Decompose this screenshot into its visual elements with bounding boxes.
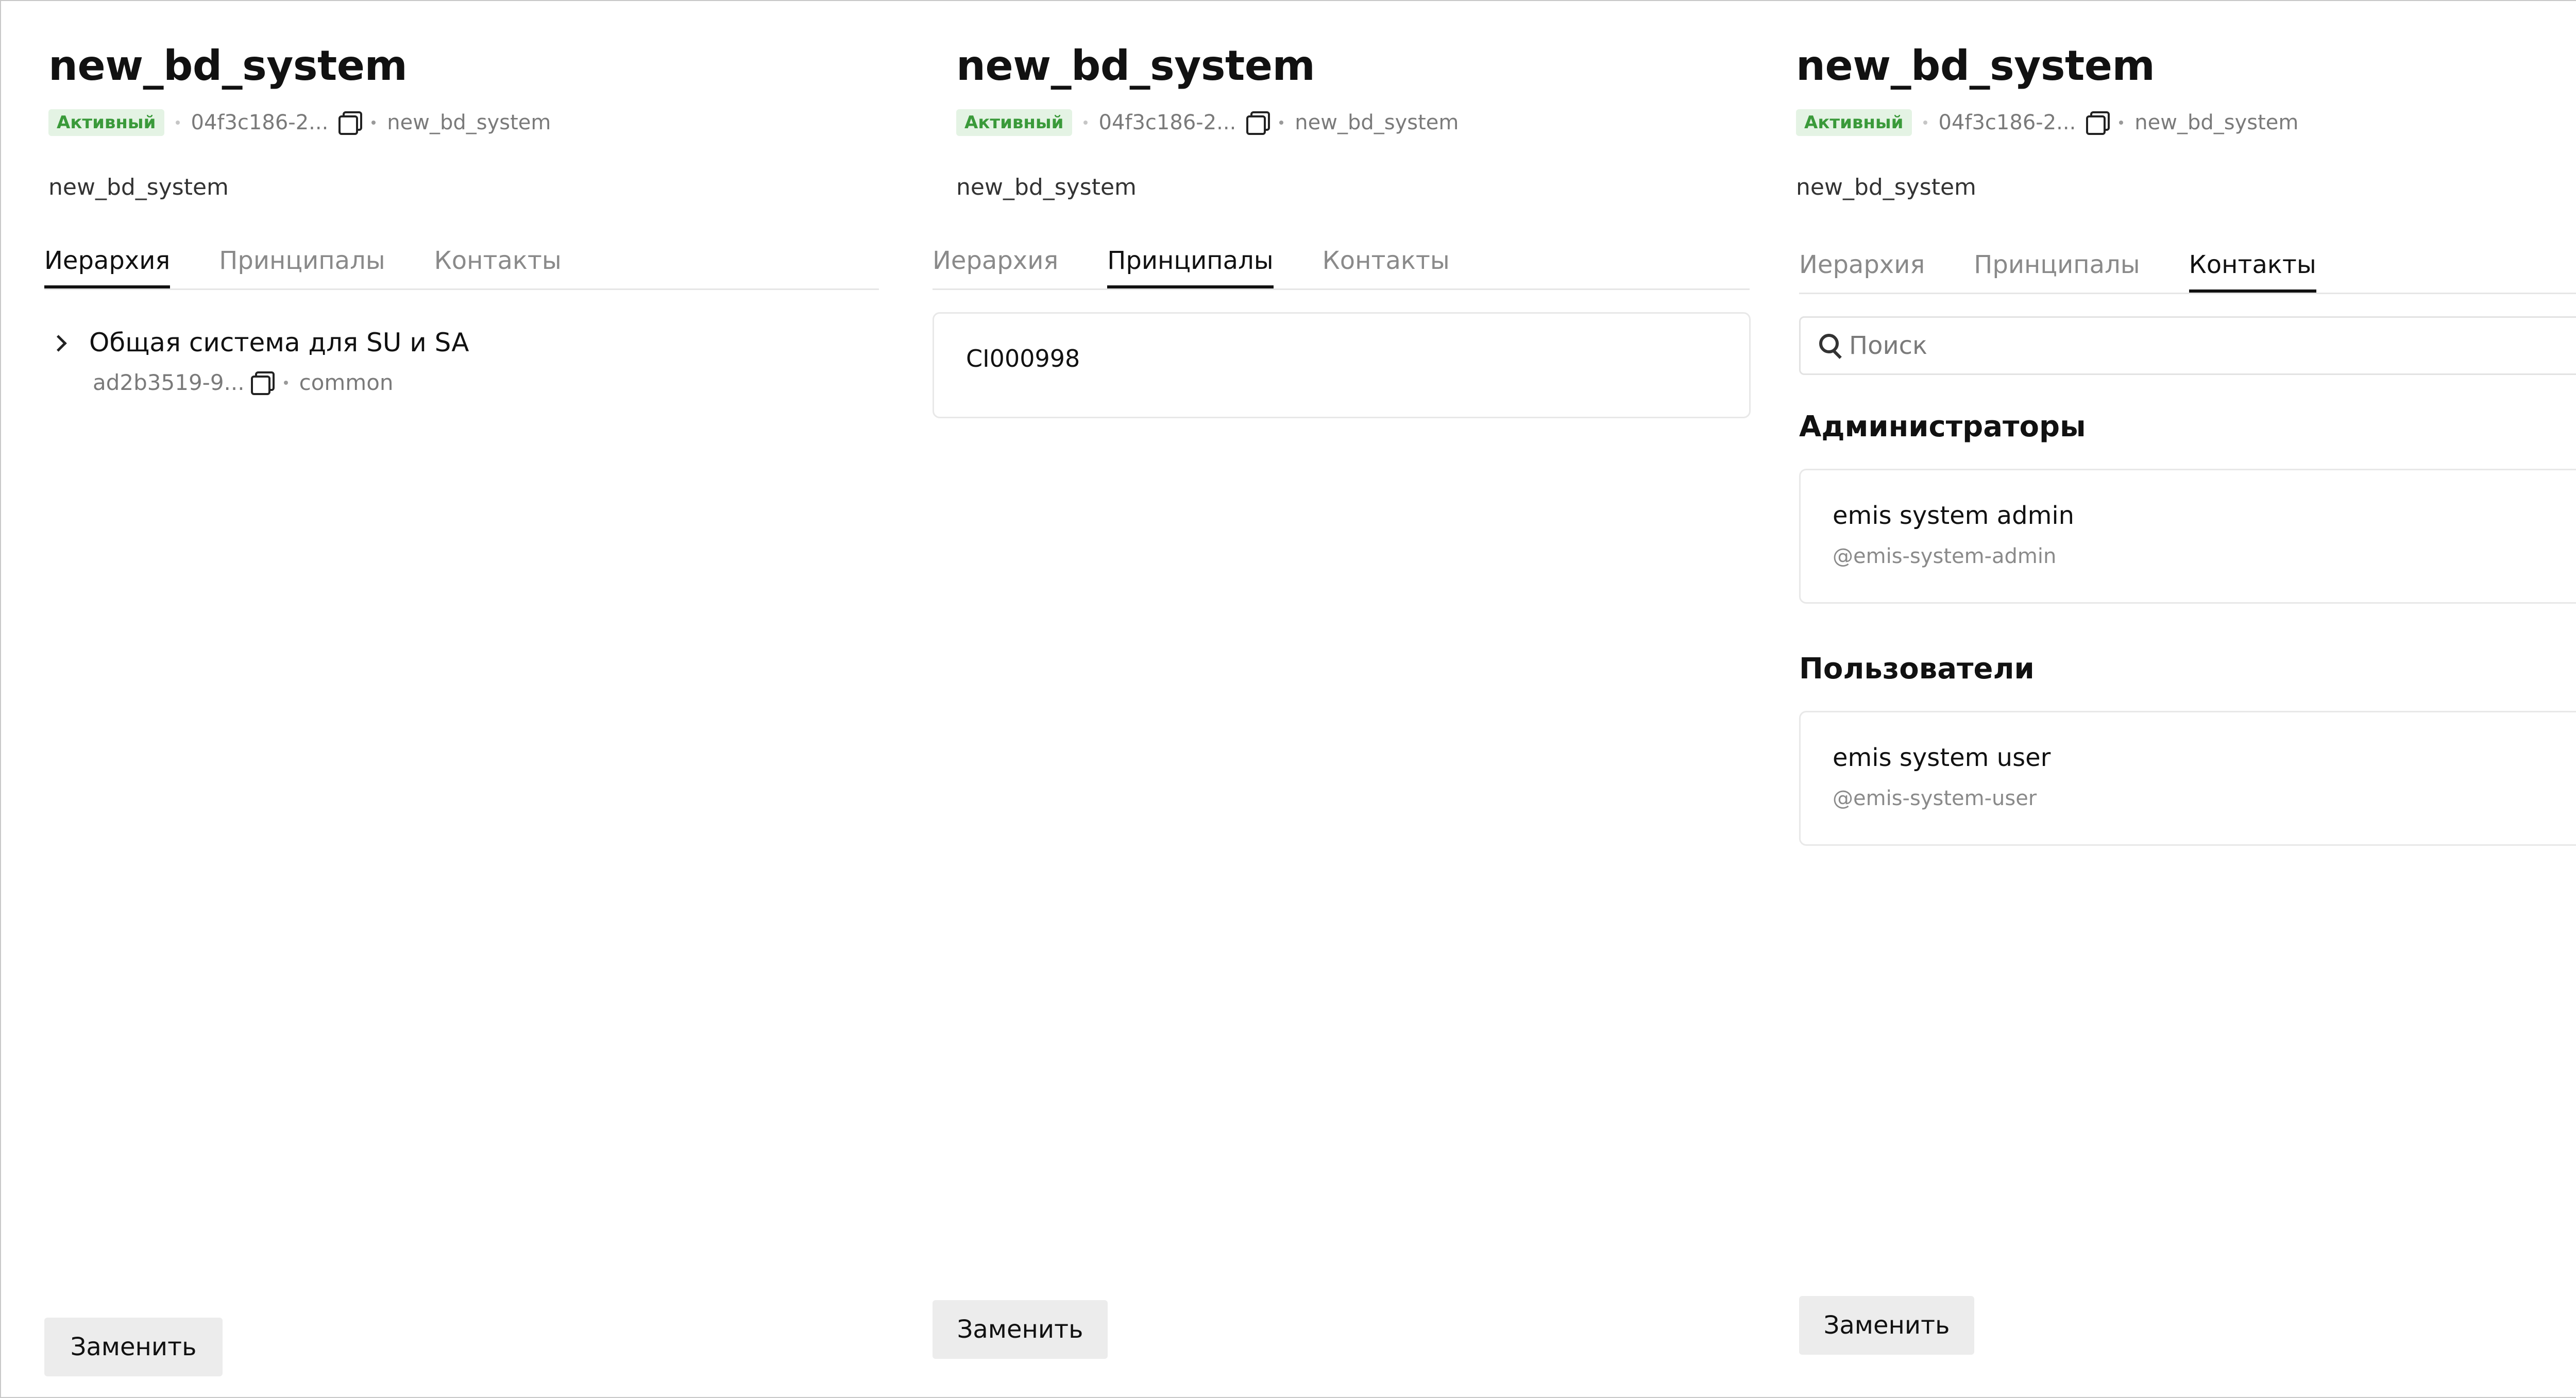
copy-icon[interactable] [2085,111,2110,135]
separator-dot [175,121,180,125]
contact-handle: @emis-system-user [1833,787,2037,810]
status-badge: Активный [1796,109,1912,137]
replace-button[interactable]: Заменить [933,1300,1108,1359]
hierarchy-item-type: common [299,370,394,395]
separator-dot [2119,121,2124,125]
tab-contacts[interactable]: Контакты [434,242,562,281]
tab-contacts[interactable]: Контакты [1323,242,1450,281]
contact-name: emis system admin [1833,501,2075,530]
tab-contacts[interactable]: Контакты [2189,246,2316,293]
tab-bar: Иерархия Принципалы Контакты [44,242,879,290]
separator-dot [1279,121,1284,125]
copy-icon[interactable] [337,111,363,135]
users-section-title: Пользователи [1799,652,2035,686]
separator-dot [1083,121,1088,125]
system-code: new_bd_system [1295,111,1459,134]
system-meta: Активный 04f3c186-2... new_bd_system [1796,108,2298,137]
system-panel-contacts: new_bd_system Активный 04f3c186-2... new… [1796,0,2576,1397]
system-panel-principals: new_bd_system Активный 04f3c186-2... new… [933,0,1752,1397]
contact-name: emis system user [1833,743,2051,772]
system-description: new_bd_system [1796,174,1976,200]
tab-hierarchy[interactable]: Иерархия [933,242,1058,281]
tab-bar: Иерархия Принципалы Контакты [1799,246,2576,294]
tab-hierarchy[interactable]: Иерархия [44,242,171,288]
contact-card-user[interactable]: emis system user @emis-system-user [1799,711,2576,846]
contact-card-admin[interactable]: emis system admin @emis-system-admin [1799,469,2576,604]
system-description: new_bd_system [956,174,1137,200]
replace-button[interactable]: Заменить [44,1318,223,1376]
separator-dot [371,121,376,125]
contacts-search[interactable] [1799,316,2576,375]
principal-id: CI000998 [966,345,1080,372]
system-panel-hierarchy: new_bd_system Активный 04f3c186-2... new… [44,0,883,1397]
system-meta: Активный 04f3c186-2... new_bd_system [956,108,1459,137]
tab-principals[interactable]: Принципалы [1974,246,2140,285]
tab-principals[interactable]: Принципалы [219,242,385,281]
tab-principals[interactable]: Принципалы [1107,242,1274,288]
copy-icon[interactable] [250,371,275,395]
tab-hierarchy[interactable]: Иерархия [1799,246,1925,285]
system-id: 04f3c186-2... [191,111,329,134]
hierarchy-item-meta: ad2b3519-9... common [93,370,394,395]
tab-bar: Иерархия Принципалы Контакты [933,242,1750,290]
page-title: new_bd_system [1796,42,2155,90]
system-description: new_bd_system [48,174,229,200]
admins-section-title: Администраторы [1799,410,2086,444]
system-meta: Активный 04f3c186-2... new_bd_system [48,108,551,137]
search-input[interactable] [1848,331,2571,361]
system-id: 04f3c186-2... [1098,111,1236,134]
system-id: 04f3c186-2... [1938,111,2076,134]
search-icon [1818,333,1844,359]
copy-icon[interactable] [1245,111,1270,135]
separator-dot [283,380,288,385]
separator-dot [1923,121,1927,125]
replace-button[interactable]: Заменить [1799,1296,1974,1355]
chevron-right-icon[interactable] [50,334,67,352]
hierarchy-item-label: Общая система для SU и SA [89,328,469,357]
principal-card[interactable]: CI000998 [933,312,1751,418]
page-title: new_bd_system [956,42,1315,90]
page-title: new_bd_system [48,42,408,90]
system-code: new_bd_system [387,111,551,134]
system-code: new_bd_system [2134,111,2299,134]
status-badge: Активный [956,109,1072,137]
hierarchy-item-id: ad2b3519-9... [93,370,245,395]
contact-handle: @emis-system-admin [1833,544,2057,568]
status-badge: Активный [48,109,164,137]
hierarchy-item[interactable]: Общая система для SU и SA [50,328,469,357]
